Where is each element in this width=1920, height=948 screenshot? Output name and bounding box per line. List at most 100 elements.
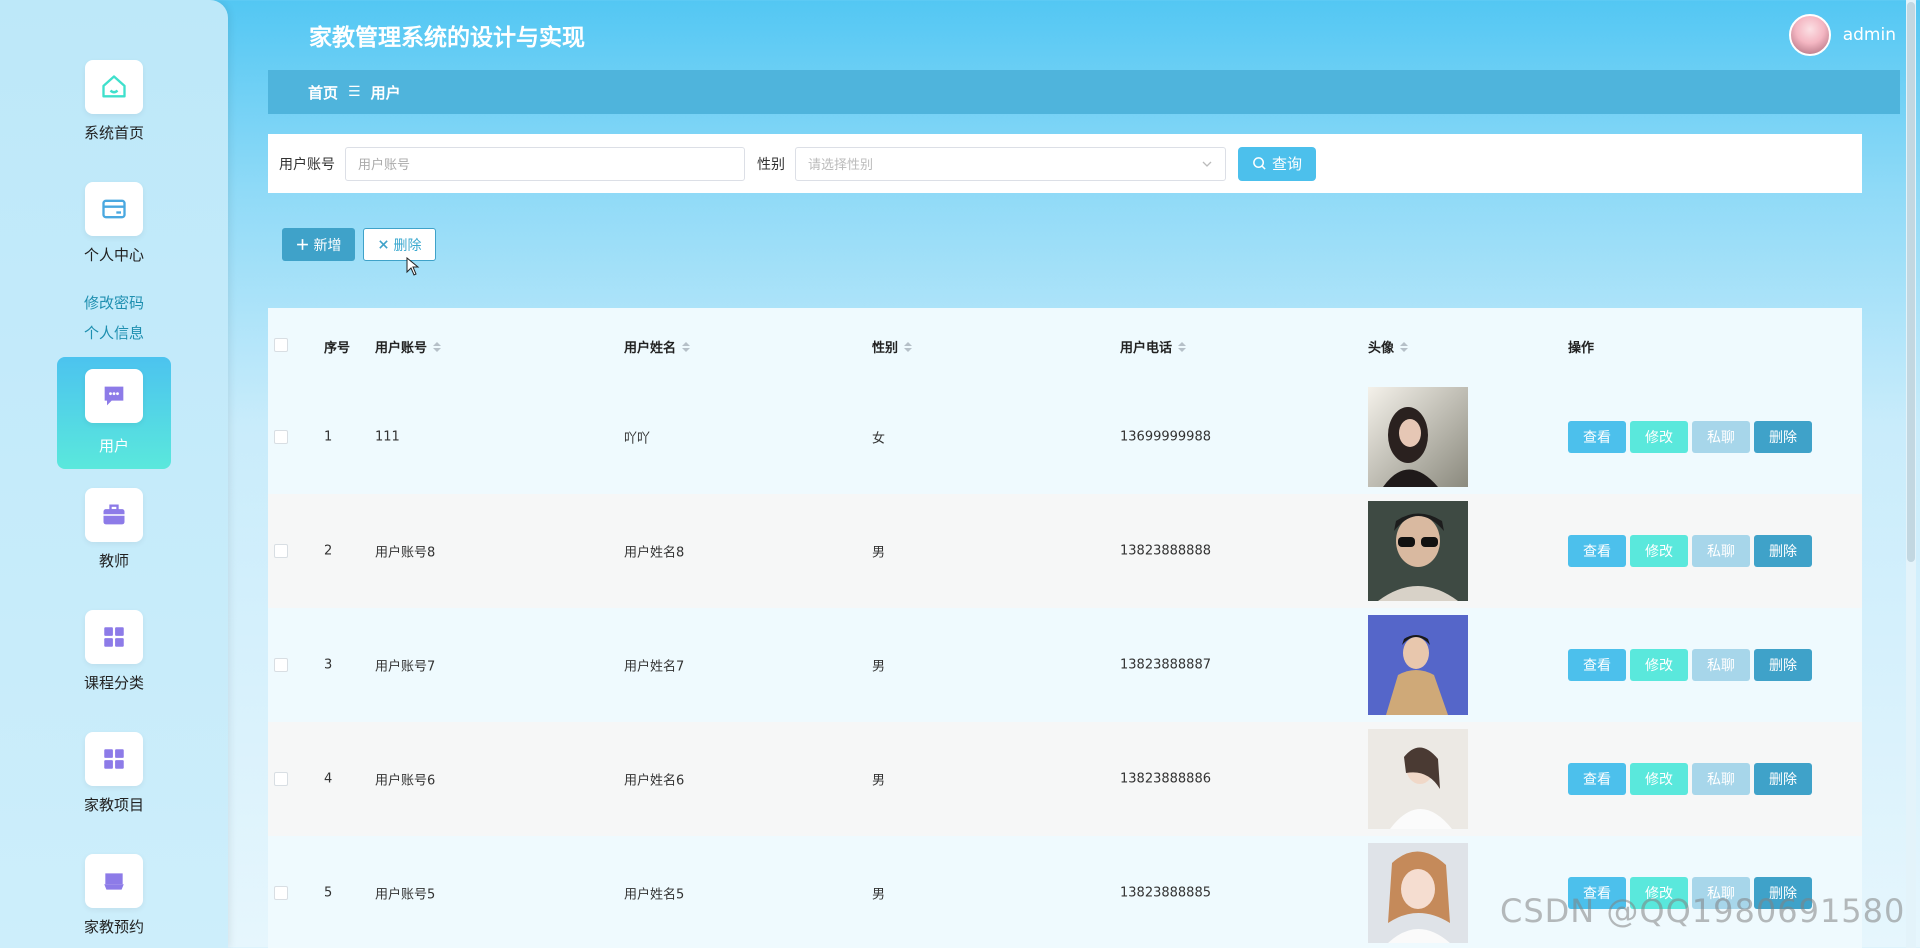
scrollbar-thumb[interactable]	[1907, 2, 1915, 562]
row-phone: 13699999988	[1120, 429, 1211, 445]
gender-select-placeholder: 请选择性别	[808, 158, 874, 173]
row-account: 用户账号6	[375, 773, 436, 789]
account-search-input[interactable]: 用户账号	[345, 146, 745, 181]
row-gender: 男	[872, 545, 886, 561]
breadcrumb-home[interactable]: 首页	[308, 82, 338, 103]
sidebar-item-tutoring-booking[interactable]: 家教预约	[57, 846, 171, 948]
delete-button[interactable]: 删除	[1754, 649, 1812, 681]
users-table: 序号 用户账号 用户姓名 性别 用户电话 头像 操作 1 111 吖吖 女 13…	[268, 308, 1862, 948]
chat-button[interactable]: 私聊	[1692, 421, 1750, 453]
row-checkbox[interactable]	[274, 772, 288, 786]
sidebar-sublink-change-password[interactable]: 修改密码	[0, 292, 228, 313]
table-header: 序号 用户账号 用户姓名 性别 用户电话 头像 操作	[268, 308, 1862, 380]
chat-icon	[85, 369, 143, 423]
sidebar-item-label: 教师	[98, 552, 129, 570]
query-button[interactable]: 查询	[1238, 146, 1316, 181]
delete-button[interactable]: 删除	[1754, 421, 1812, 453]
chat-button[interactable]: 私聊	[1692, 763, 1750, 795]
column-header-avatar[interactable]: 头像	[1368, 337, 1409, 356]
close-icon	[378, 240, 388, 249]
row-name: 用户姓名8	[624, 545, 685, 561]
view-button[interactable]: 查看	[1568, 535, 1626, 567]
edit-button[interactable]: 修改	[1630, 763, 1688, 795]
plus-icon	[296, 239, 308, 250]
row-checkbox[interactable]	[274, 544, 288, 558]
table-row: 1 111 吖吖 女 13699999988 查看 修改 私聊 删除	[268, 380, 1862, 494]
user-menu[interactable]: admin	[1788, 14, 1896, 56]
table-row: 2 用户账号8 用户姓名8 男 13823888888 查看 修改 私聊 删除	[268, 494, 1862, 608]
sidebar-item-teachers[interactable]: 教师	[57, 480, 171, 592]
row-gender: 男	[872, 773, 886, 789]
row-gender: 男	[872, 659, 886, 675]
user-avatar-photo	[1368, 843, 1468, 943]
sort-icon	[433, 341, 442, 352]
select-all-checkbox[interactable]	[274, 338, 288, 352]
row-checkbox[interactable]	[274, 658, 288, 672]
column-header-index: 序号	[324, 341, 351, 356]
sidebar-item-label: 家教预约	[83, 918, 144, 936]
sidebar-item-tutoring-projects[interactable]: 家教项目	[57, 724, 171, 836]
sidebar-item-home[interactable]: 系统首页	[57, 52, 171, 164]
wallet-icon	[85, 182, 143, 236]
grid-icon	[85, 732, 143, 786]
table-row: 4 用户账号6 用户姓名6 男 13823888886 查看 修改 私聊 删除	[268, 722, 1862, 836]
delete-button[interactable]: 删除	[1754, 763, 1812, 795]
search-icon	[1253, 157, 1266, 170]
app-title: 家教管理系统的设计与实现	[309, 25, 585, 51]
chat-button[interactable]: 私聊	[1692, 649, 1750, 681]
column-header-gender[interactable]: 性别	[872, 337, 913, 356]
delete-button[interactable]: 删除	[1754, 535, 1812, 567]
row-index: 1	[324, 429, 333, 445]
watermark: CSDN @QQ1980691580	[1500, 892, 1906, 930]
edit-button[interactable]: 修改	[1630, 535, 1688, 567]
table-row: 3 用户账号7 用户姓名7 男 13823888887 查看 修改 私聊 删除	[268, 608, 1862, 722]
sort-icon	[1178, 341, 1187, 352]
search-bar: 用户账号 用户账号 性别 请选择性别 查询	[268, 134, 1862, 193]
add-button[interactable]: 新增	[282, 228, 355, 261]
row-account: 111	[375, 429, 400, 445]
row-phone: 13823888886	[1120, 771, 1211, 787]
edit-button[interactable]: 修改	[1630, 649, 1688, 681]
sidebar-item-label: 家教项目	[83, 796, 144, 814]
sidebar-item-label: 系统首页	[83, 124, 144, 142]
column-header-name[interactable]: 用户姓名	[624, 337, 691, 356]
account-search-placeholder: 用户账号	[358, 158, 411, 173]
gender-select[interactable]: 请选择性别	[795, 146, 1226, 181]
row-name: 用户姓名5	[624, 887, 685, 903]
column-header-phone[interactable]: 用户电话	[1120, 337, 1187, 356]
grid-icon	[85, 610, 143, 664]
sort-icon	[904, 341, 913, 352]
column-header-actions: 操作	[1568, 341, 1595, 356]
chevron-down-icon	[1202, 161, 1212, 167]
row-checkbox[interactable]	[274, 886, 288, 900]
home-icon	[85, 60, 143, 114]
sidebar-sublink-profile-info[interactable]: 个人信息	[0, 322, 228, 343]
query-button-label: 查询	[1271, 155, 1302, 173]
breadcrumb-separator-icon: ☰	[348, 84, 361, 100]
row-checkbox[interactable]	[274, 430, 288, 444]
row-index: 3	[324, 657, 333, 673]
chat-button[interactable]: 私聊	[1692, 535, 1750, 567]
column-header-account[interactable]: 用户账号	[375, 337, 442, 356]
row-index: 5	[324, 885, 333, 901]
batch-delete-button[interactable]: 删除	[363, 228, 436, 261]
row-name: 用户姓名7	[624, 659, 685, 675]
breadcrumb-current: 用户	[370, 83, 401, 102]
row-account: 用户账号7	[375, 659, 436, 675]
sidebar-item-label: 个人中心	[83, 246, 144, 264]
view-button[interactable]: 查看	[1568, 649, 1626, 681]
view-button[interactable]: 查看	[1568, 763, 1626, 795]
view-button[interactable]: 查看	[1568, 421, 1626, 453]
add-button-label: 新增	[313, 237, 342, 254]
sidebar-item-users[interactable]: 用户	[57, 357, 171, 469]
edit-button[interactable]: 修改	[1630, 421, 1688, 453]
sidebar-item-profile[interactable]: 个人中心	[57, 174, 171, 286]
row-phone: 13823888888	[1120, 543, 1211, 559]
page-scrollbar[interactable]	[1906, 0, 1916, 948]
sidebar-item-label: 用户	[98, 437, 129, 455]
user-name: admin	[1842, 25, 1896, 45]
briefcase-icon	[85, 488, 143, 542]
row-gender: 男	[872, 887, 886, 903]
user-avatar-photo	[1368, 615, 1468, 715]
sidebar-item-course-category[interactable]: 课程分类	[57, 602, 171, 714]
